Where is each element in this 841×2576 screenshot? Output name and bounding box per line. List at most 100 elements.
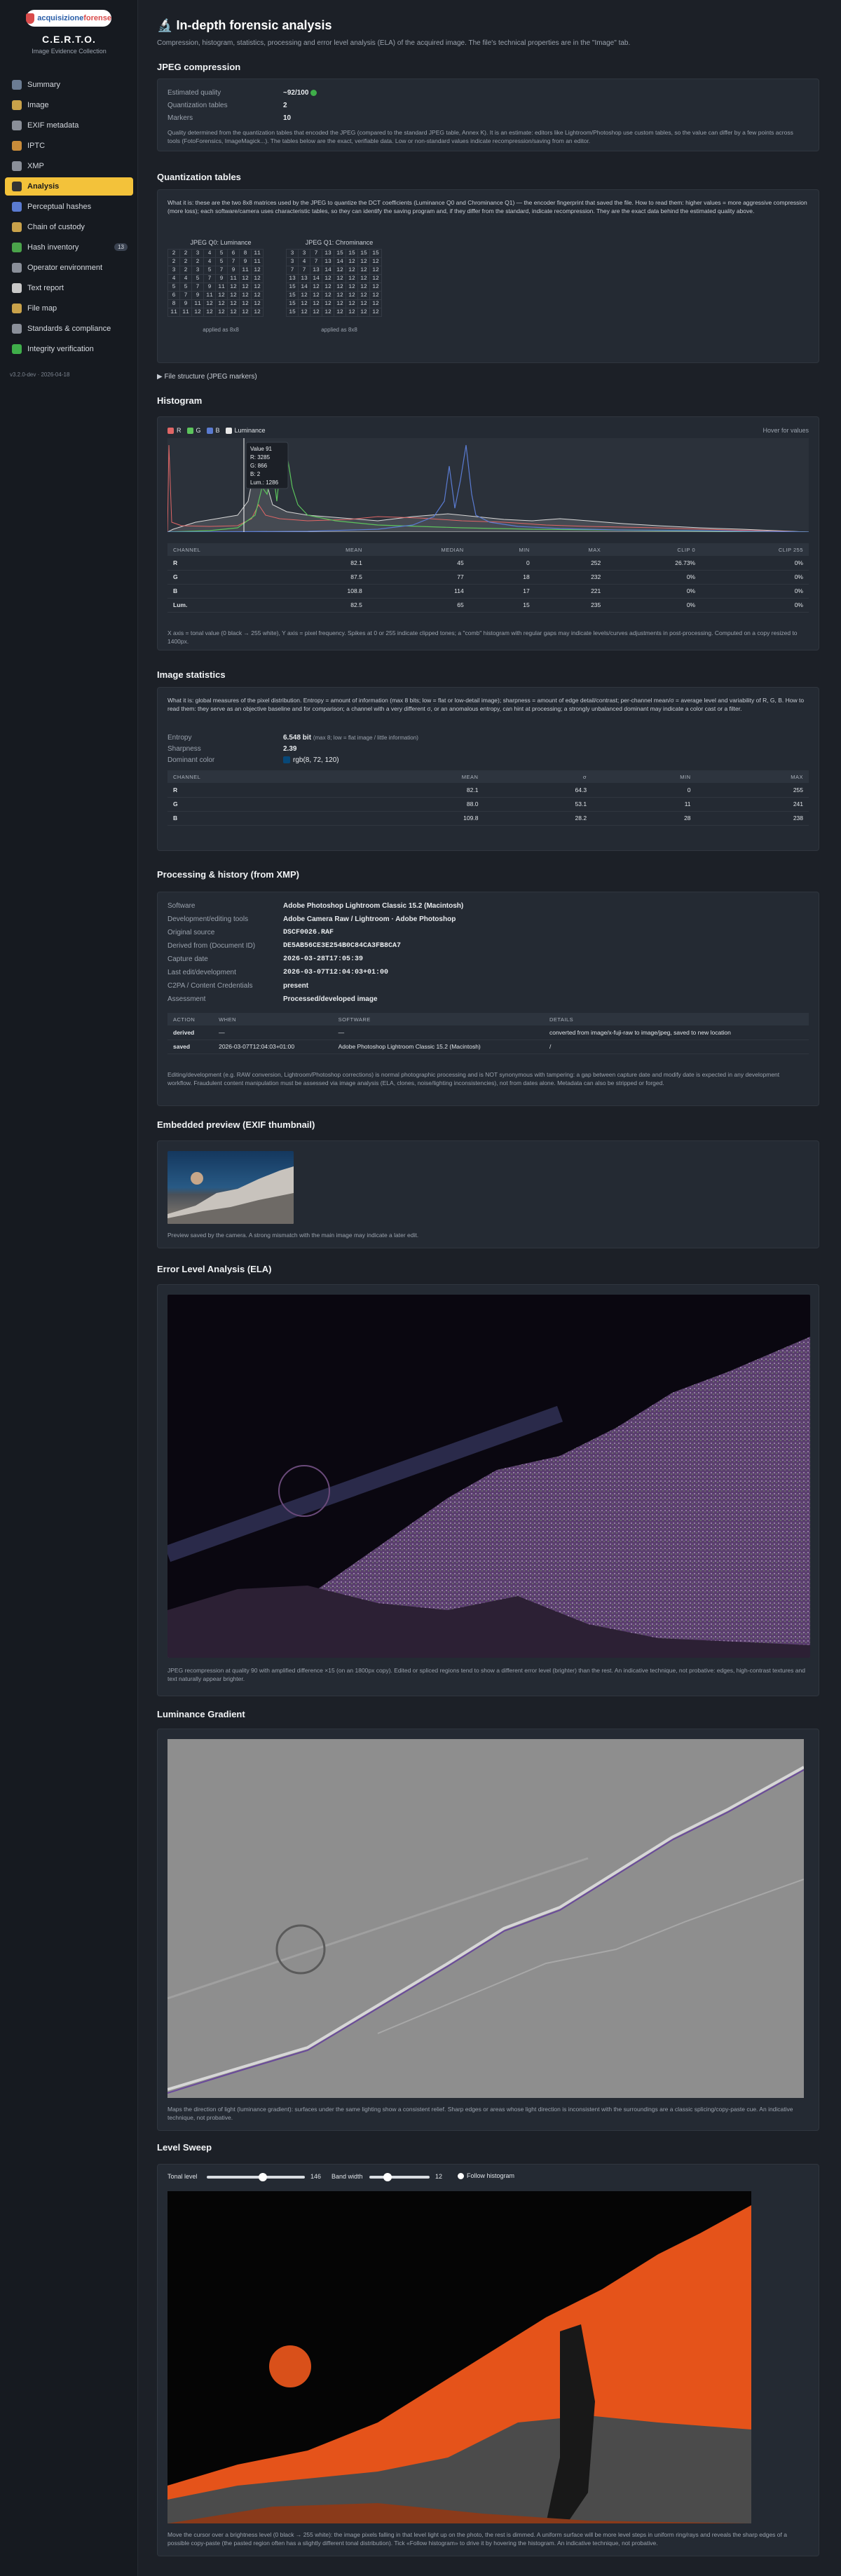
sidebar-item-hash-inventory[interactable]: Hash inventory 13	[5, 238, 133, 257]
sidebar-item-chain-of-custody[interactable]: Chain of custody	[5, 218, 133, 236]
quant-cell: 12	[334, 291, 346, 300]
ela-image[interactable]	[167, 1295, 810, 1658]
quant-cell: 12	[239, 282, 252, 292]
page-subtitle: Compression, histogram, statistics, proc…	[157, 39, 631, 47]
column-header: MAX	[535, 543, 607, 556]
quant-cell: 11	[227, 274, 240, 283]
legend-b[interactable]: B	[206, 427, 220, 435]
sidebar-item-image[interactable]: Image	[5, 96, 133, 114]
sidebar-item-operator-environment[interactable]: Operator environment	[5, 259, 133, 277]
quant-cell: 12	[251, 299, 264, 308]
histogram-chart[interactable]: Value 91 R: 3285 G: 866 B: 2 Lum.: 1286	[167, 438, 809, 532]
quant-cell: 12	[322, 299, 334, 308]
table-cell: 77	[367, 570, 470, 585]
quant-cell: 12	[310, 282, 322, 292]
quant-cell: 12	[346, 282, 358, 292]
quant-cell: 12	[334, 282, 346, 292]
sidebar-item-standards-compliance[interactable]: Standards & compliance	[5, 320, 133, 338]
sidebar-item-file-map[interactable]: File map	[5, 299, 133, 318]
table-cell: Adobe Photoshop Lightroom Classic 15.2 (…	[332, 1040, 544, 1054]
sidebar-item-label: Perceptual hashes	[27, 203, 92, 211]
quant-cell: 4	[203, 257, 216, 266]
proc-row-key: Assessment	[167, 995, 206, 1003]
quant-cell: 12	[310, 291, 322, 300]
brand-subtitle: Image Evidence Collection	[32, 48, 107, 55]
sidebar-item-summary[interactable]: Summary	[5, 76, 133, 94]
quant-cell: 14	[322, 266, 334, 275]
tonal-level-slider[interactable]	[207, 2173, 305, 2181]
column-header: MEDIAN	[367, 543, 470, 556]
follow-histogram-toggle[interactable]: Follow histogram	[458, 2172, 514, 2179]
quant-cell: 12	[369, 308, 382, 317]
quant-cell: 12	[369, 291, 382, 300]
sidebar-item-analysis[interactable]: Analysis	[5, 177, 133, 196]
jpeg-section-title: JPEG compression	[157, 62, 241, 72]
proc-row-value: Adobe Photoshop Lightroom Classic 15.2 (…	[283, 902, 464, 910]
sidebar-item-text-report[interactable]: Text report	[5, 279, 133, 297]
column-header: MIN	[469, 543, 535, 556]
quant-cell: 12	[346, 308, 358, 317]
app-logo[interactable]: acquisizioneforense	[26, 10, 111, 27]
table-cell: B	[167, 584, 285, 599]
sidebar-item-exif-metadata[interactable]: EXIF metadata	[5, 116, 133, 135]
table-cell: converted from image/x-fuji-raw to image…	[543, 1025, 809, 1040]
quant-cell: 12	[251, 274, 264, 283]
lum-card: Maps the direction of light (luminance g…	[157, 1729, 819, 2131]
quant-cell: 12	[227, 308, 240, 317]
quant-cell: 12	[334, 299, 346, 308]
quant-cell: 11	[251, 257, 264, 266]
quant-cell: 2	[167, 249, 180, 258]
quant-cell: 11	[179, 308, 192, 317]
proc-row-key: Software	[167, 902, 196, 910]
dominant-color-swatch	[283, 756, 290, 764]
proc-section-title: Processing & history (from XMP)	[157, 869, 299, 880]
xmp-icon	[12, 161, 22, 171]
legend-g[interactable]: G	[186, 427, 201, 435]
jpeg-card: Estimated quality ~92/100 Quantization ta…	[157, 79, 819, 151]
quant-cell: 14	[310, 274, 322, 283]
tooltip-line-g: G: 866	[250, 463, 268, 469]
table-cell: 232	[535, 570, 607, 585]
exif-thumbnail[interactable]	[167, 1151, 294, 1224]
follow-histogram-radio[interactable]	[458, 2172, 464, 2179]
quant-cell: 5	[215, 249, 228, 258]
proc-row-key: Capture date	[167, 955, 208, 963]
hist-stats-table: CHANNEL MEAN MEDIAN MIN MAX CLIP 0 CLIP 255 R 82…	[167, 543, 809, 613]
quant-cell: 15	[286, 282, 299, 292]
proc-row-key: Original source	[167, 929, 215, 936]
quant-cell: 13	[322, 249, 334, 258]
quant-cell: 3	[191, 266, 204, 275]
quant-cell: 9	[179, 299, 192, 308]
luminance-gradient-image[interactable]	[167, 1739, 804, 2098]
quant-cell: 3	[167, 266, 180, 275]
legend-r[interactable]: R	[167, 427, 182, 435]
band-width-slider[interactable]	[369, 2173, 430, 2181]
proc-row-value: Processed/developed image	[283, 995, 378, 1003]
level-sweep-image[interactable]	[167, 2191, 751, 2523]
file-structure-toggle[interactable]: ▶ File structure (JPEG markers)	[157, 373, 257, 381]
sidebar-item-label: Standards & compliance	[27, 325, 111, 333]
quant-cell: 9	[215, 274, 228, 283]
quant-cell: 12	[251, 308, 264, 317]
legend-lum[interactable]: Luminance	[225, 427, 266, 435]
quant-cell: 9	[203, 282, 216, 292]
quant-cell: 4	[179, 274, 192, 283]
band-width-value: 12	[435, 2173, 443, 2180]
quant-cell: 12	[346, 299, 358, 308]
hist-legend: R G B Luminance	[167, 427, 266, 435]
sidebar-item-label: XMP	[27, 162, 44, 170]
quant-cell: 12	[346, 291, 358, 300]
sidebar-item-perceptual-hashes[interactable]: Perceptual hashes	[5, 198, 133, 216]
sidebar-item-xmp[interactable]: XMP	[5, 157, 133, 175]
sidebar-item-iptc[interactable]: IPTC	[5, 137, 133, 155]
table-cell: 45	[367, 556, 470, 571]
hist-note: X axis = tonal value (0 black → 255 whit…	[167, 629, 798, 645]
sidebar-item-integrity-verification[interactable]: Integrity verification	[5, 340, 133, 358]
quant-cell: 12	[334, 274, 346, 283]
tonal-level-knob[interactable]	[258, 2173, 267, 2181]
band-width-knob[interactable]	[383, 2173, 392, 2181]
table-cell: 0%	[606, 584, 702, 599]
sidebar-item-label: Summary	[27, 81, 61, 89]
quant-cell: 15	[334, 249, 346, 258]
table-cell: 26.73%	[606, 556, 702, 571]
